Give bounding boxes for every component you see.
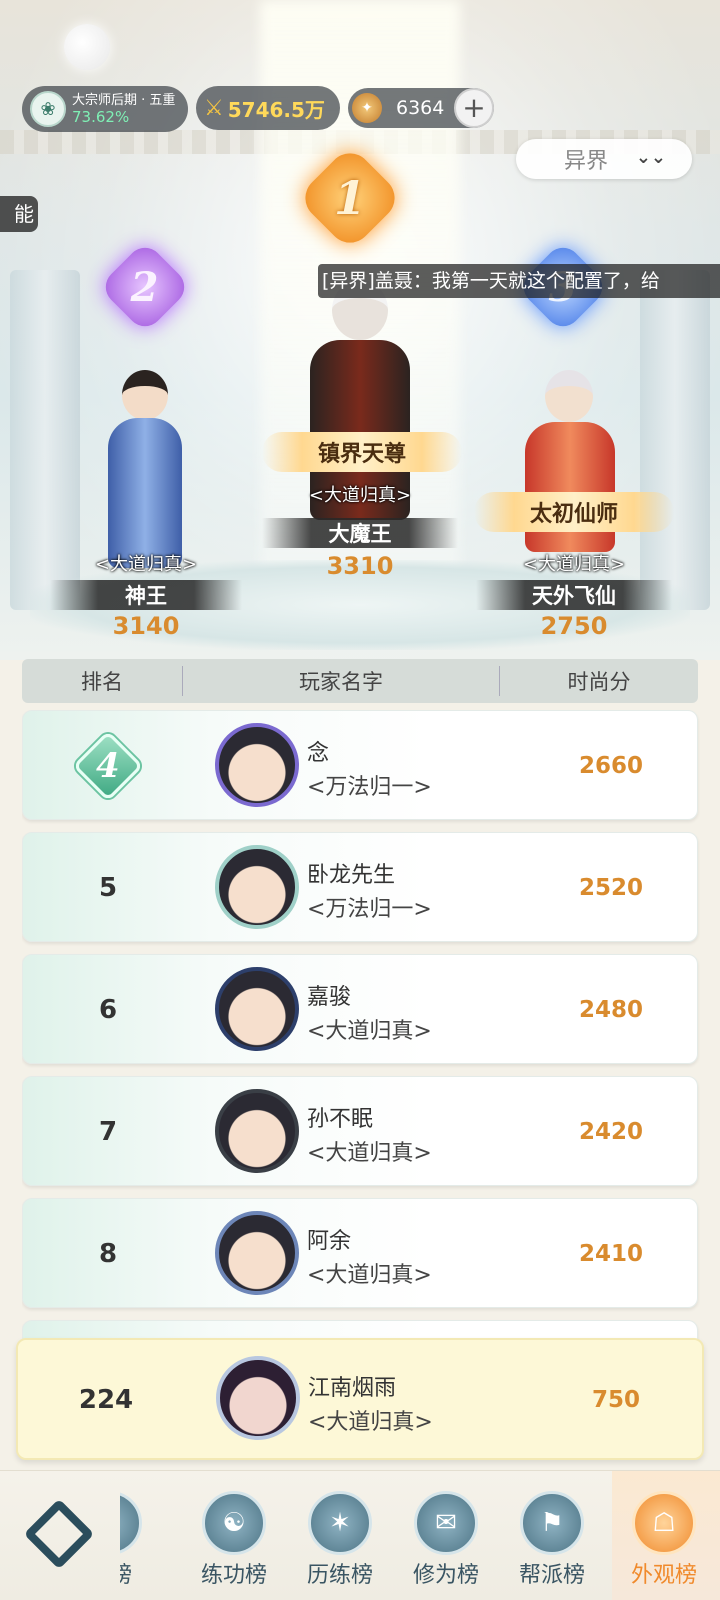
rank-1-number: 1 — [333, 170, 367, 225]
player-name: 念 — [307, 741, 330, 766]
player-guild: <大道归真> — [307, 1141, 432, 1166]
player-name: 卧龙先生 — [307, 863, 396, 888]
spirit-coin-icon: ✦ — [352, 93, 382, 123]
rank-emblem-icon: ❀ — [30, 91, 66, 127]
player-name: 嘉骏 — [307, 985, 352, 1010]
rank-4-diamond-icon: 4 — [72, 730, 144, 802]
realm-dropdown[interactable]: 异界 ⌄⌄ — [516, 139, 692, 179]
player-name: 阿余 — [307, 1229, 352, 1254]
player-guild: <万法归一> — [307, 775, 432, 800]
mask-icon: ☖ — [632, 1491, 696, 1555]
leaderboard-list[interactable]: 4 念 <万法归一> 2660 5 卧龙先生 <万法归一> 2520 6 嘉骏 … — [22, 710, 700, 1340]
rank-2-score: 3140 — [112, 612, 180, 640]
home-menu-button[interactable] — [23, 1498, 95, 1570]
bottom-nav: ◈ 功榜 ☯ 练功榜 ✶ 历练榜 ✉ 修为榜 ⚑ 帮派榜 ☖ 外观榜 — [0, 1470, 720, 1600]
rank-1-score: 3310 — [326, 552, 394, 580]
pillar-left — [10, 270, 80, 610]
scroll-icon: ✉ — [414, 1491, 478, 1555]
rank-3-name: 天外飞仙 — [476, 580, 672, 610]
avatar[interactable] — [215, 845, 299, 929]
rank-3-score: 2750 — [540, 612, 608, 640]
my-player-guild: <大道归真> — [308, 1410, 433, 1435]
rank-2-guild: <大道归真> — [94, 554, 198, 575]
pillar-right — [640, 270, 710, 610]
cultivation-rank[interactable]: ❀ 大宗师后期 · 五重 73.62% — [22, 86, 188, 132]
header-rank: 排名 — [81, 670, 123, 694]
combat-power[interactable]: ⚔ 5746.5万 — [196, 86, 340, 130]
tab-cultivation[interactable]: ✉ 修为榜 — [396, 1491, 496, 1589]
tab-label: 练功榜 — [200, 1563, 267, 1588]
planet-icon: ✶ — [308, 1491, 372, 1555]
rank-1-guild: <大道归真> — [308, 485, 412, 506]
my-avatar[interactable] — [216, 1356, 300, 1440]
rank-number: 4 — [96, 745, 120, 786]
my-rank: 224 — [78, 1385, 134, 1415]
leaderboard-header: 排名 玩家名字 时尚分 — [22, 659, 698, 703]
rank-3-title-banner: 太初仙师 — [474, 492, 674, 532]
avatar[interactable] — [215, 723, 299, 807]
player-score: 2410 — [578, 1241, 643, 1267]
avatar[interactable] — [215, 1089, 299, 1173]
player-name: 孙不眠 — [307, 1107, 374, 1132]
header-player-name: 玩家名字 — [182, 666, 500, 696]
row-rank: 7 — [98, 1117, 118, 1147]
tab-appearance[interactable]: ☖ 外观榜 — [614, 1491, 714, 1589]
player-score: 2480 — [578, 997, 643, 1023]
moon-icon — [64, 24, 110, 70]
rank-2-character[interactable] — [100, 360, 190, 570]
table-row[interactable]: 7 孙不眠 <大道归真> 2420 — [22, 1076, 698, 1186]
avatar[interactable] — [215, 1211, 299, 1295]
player-guild: <大道归真> — [307, 1263, 432, 1288]
tab-label: 修为榜 — [412, 1563, 479, 1588]
table-row[interactable]: 6 嘉骏 <大道归真> 2480 — [22, 954, 698, 1064]
rank-2-number: 2 — [131, 263, 159, 311]
rank-3-guild: <大道归真> — [522, 554, 626, 575]
tab-guild[interactable]: ⚑ 帮派榜 — [502, 1491, 602, 1589]
yin-yang-icon: ☯ — [202, 1491, 266, 1555]
banner-icon: ⚑ — [520, 1491, 584, 1555]
player-score: 2420 — [578, 1119, 643, 1145]
realm-dropdown-value: 异界 — [564, 149, 609, 174]
currency-value: 6364 — [396, 97, 445, 119]
rank-2-name: 神王 — [50, 580, 242, 610]
tab-label: 功榜 — [120, 1563, 132, 1588]
my-player-name: 江南烟雨 — [308, 1376, 397, 1401]
rank-1-title-banner: 镇界天尊 — [262, 432, 462, 472]
player-score: 2660 — [578, 753, 643, 779]
tab-experience[interactable]: ✶ 历练榜 — [290, 1491, 390, 1589]
my-rank-row[interactable]: 224 江南烟雨 <大道归真> 750 — [16, 1338, 704, 1460]
my-score: 750 — [591, 1387, 640, 1413]
tab-practice[interactable]: ☯ 练功榜 — [184, 1491, 284, 1589]
table-row[interactable]: 5 卧龙先生 <万法归一> 2520 — [22, 832, 698, 942]
combat-power-value: 5746.5万 — [227, 97, 325, 122]
player-guild: <万法归一> — [307, 897, 432, 922]
row-rank: 6 — [98, 995, 118, 1025]
swords-icon: ⚔ — [204, 95, 224, 121]
row-rank: 4 — [23, 711, 193, 821]
header-fashion-score: 时尚分 — [567, 670, 631, 694]
table-row[interactable]: 4 念 <万法归一> 2660 — [22, 710, 698, 820]
rank-progress-percent: 73.62% — [72, 108, 130, 126]
row-rank: 8 — [98, 1239, 118, 1269]
tab-partial[interactable]: ◈ 功榜 — [120, 1491, 160, 1589]
avatar[interactable] — [215, 967, 299, 1051]
world-chat-message[interactable]: [异界]盖聂：我第一天就这个配置了，给 — [318, 264, 720, 298]
table-row[interactable]: 8 阿余 <大道归真> 2410 — [22, 1198, 698, 1308]
diamond-menu-icon — [23, 1498, 95, 1570]
tab-label: 外观榜 — [630, 1563, 697, 1588]
side-tab[interactable]: 能合 — [0, 196, 38, 232]
tab-label: 历练榜 — [306, 1563, 373, 1588]
player-score: 2520 — [578, 875, 643, 901]
nav-scroll-clip: ◈ 功榜 — [120, 1491, 160, 1600]
add-currency-button[interactable]: + — [454, 88, 494, 128]
rank-1-name: 大魔王 — [262, 518, 458, 548]
player-guild: <大道归真> — [307, 1019, 432, 1044]
row-rank: 5 — [98, 873, 118, 903]
chevron-down-icon: ⌄⌄ — [635, 147, 666, 168]
table-row-partial[interactable] — [22, 1320, 698, 1340]
partial-icon: ◈ — [120, 1491, 142, 1555]
tab-label: 帮派榜 — [518, 1563, 585, 1588]
rank-title: 大宗师后期 · 五重 — [72, 93, 176, 108]
